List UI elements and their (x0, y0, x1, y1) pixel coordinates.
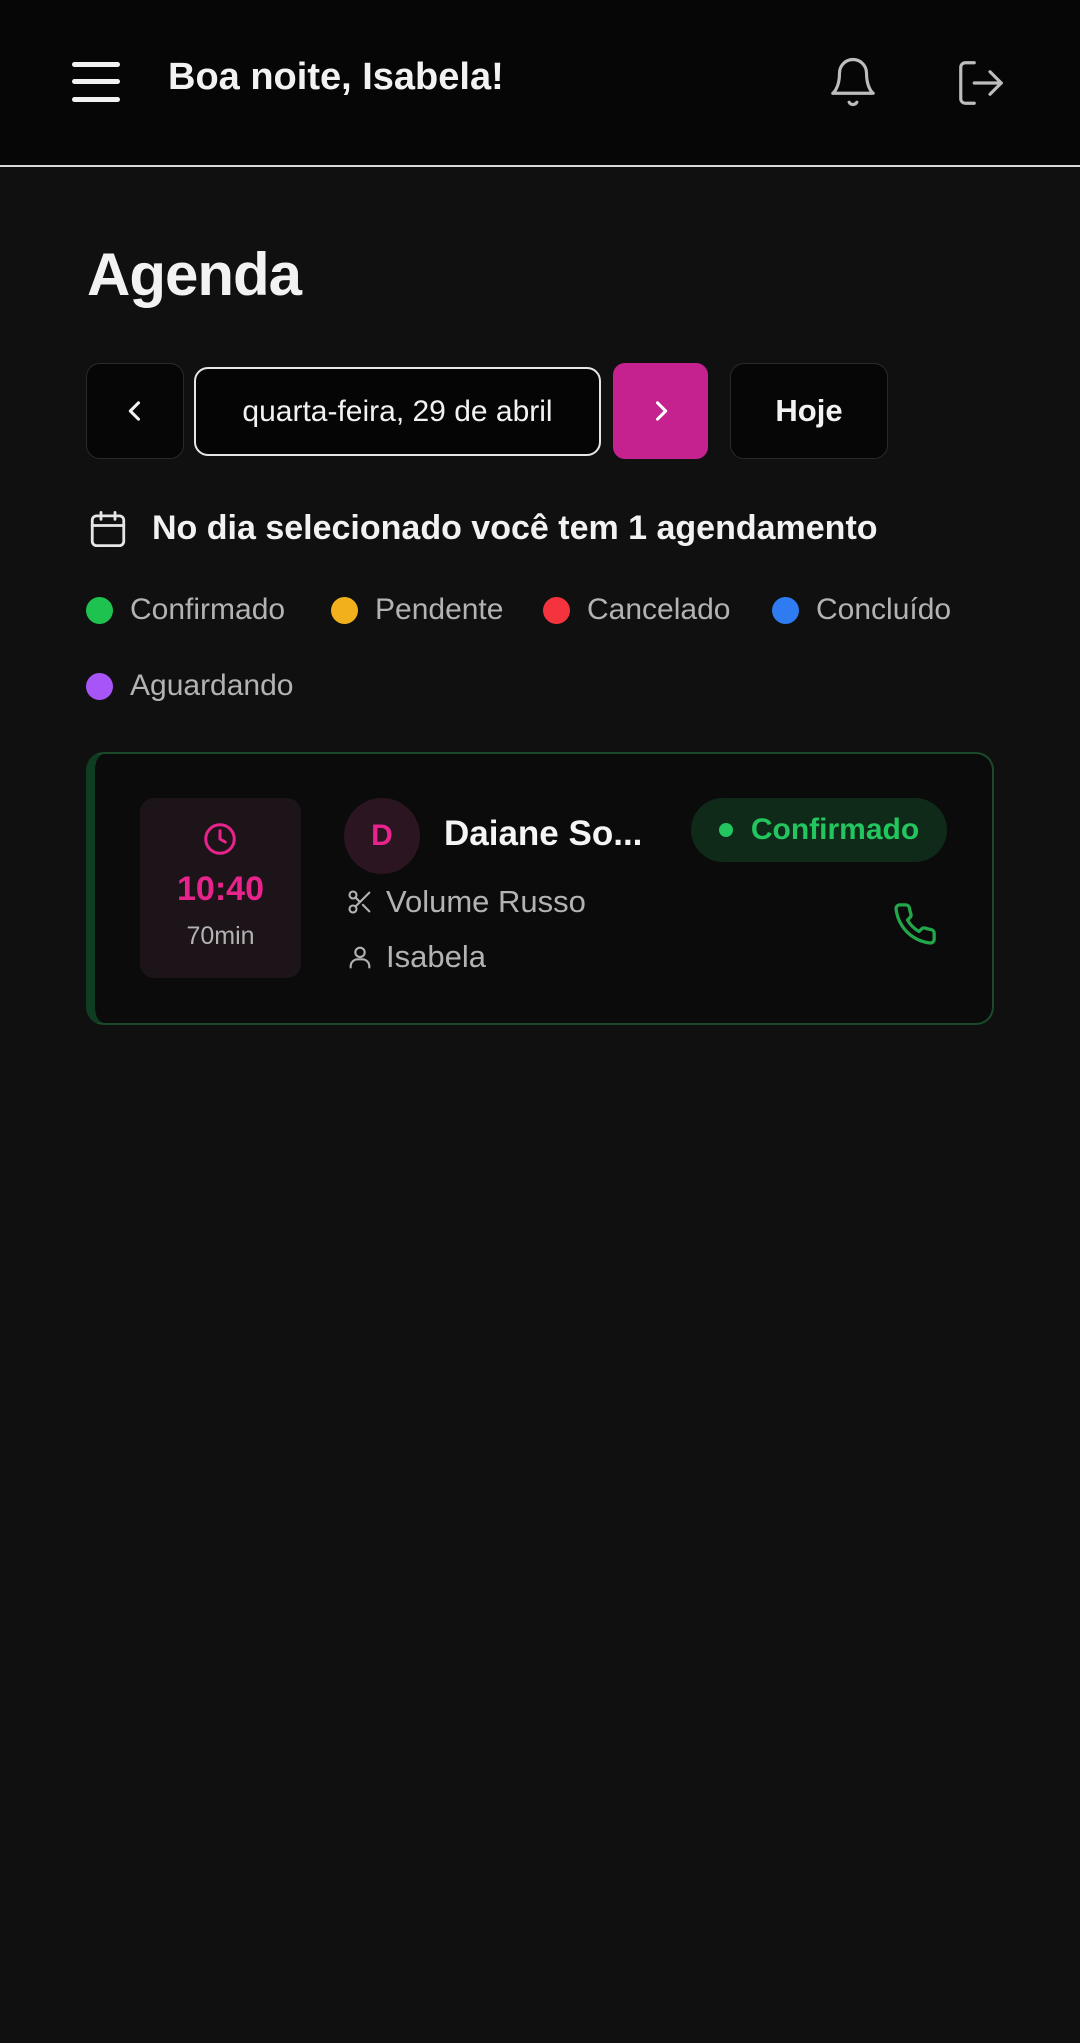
appointment-card[interactable]: 10:40 70min D Daiane So... Volume Russo … (86, 752, 994, 1025)
day-summary: No dia selecionado você tem 1 agendament… (87, 505, 1067, 555)
status-dot (331, 596, 358, 624)
client-name: Daiane So... (444, 814, 643, 853)
logout-icon[interactable] (954, 56, 1008, 110)
service-row: Volume Russo (344, 884, 586, 920)
appointment-time: 10:40 (177, 870, 264, 908)
status-dot (86, 672, 113, 700)
legend-label: Aguardando (130, 669, 294, 702)
legend-label: Pendente (375, 593, 504, 626)
legend-item-pendente: Pendente (331, 590, 503, 630)
date-navigation: quarta-feira, 29 de abril Hoje (0, 363, 1080, 459)
status-badge: Confirmado (691, 798, 947, 862)
legend-item-concluido: Concluído (772, 590, 951, 630)
status-dot (543, 596, 570, 624)
bell-icon[interactable] (826, 54, 880, 110)
app-header: Boa noite, Isabela! (0, 0, 1080, 167)
selected-date-display[interactable]: quarta-feira, 29 de abril (194, 367, 601, 456)
user-icon (349, 946, 371, 969)
client-avatar: D (344, 798, 420, 874)
page-title: Agenda (87, 241, 302, 308)
status-dot (86, 596, 113, 624)
status-label: Confirmado (750, 813, 920, 846)
appointment-time-box: 10:40 70min (140, 798, 301, 978)
status-dot (772, 596, 799, 624)
service-name: Volume Russo (386, 884, 586, 919)
greeting-text: Boa noite, Isabela! (168, 56, 504, 98)
appointment-duration: 70min (186, 922, 255, 950)
legend-item-cancelado: Cancelado (543, 590, 730, 630)
legend-item-confirmado: Confirmado (86, 590, 285, 630)
professional-name: Isabela (386, 939, 486, 974)
legend-label: Confirmado (130, 593, 286, 626)
scissors-icon (348, 890, 371, 914)
legend-item-aguardando: Aguardando (86, 666, 293, 706)
chevron-left-icon (128, 401, 141, 421)
status-dot (718, 823, 733, 837)
clock-icon (204, 823, 236, 855)
chevron-right-icon (655, 401, 667, 421)
hamburger-menu-icon[interactable] (70, 60, 124, 104)
calendar-icon (90, 510, 126, 548)
next-day-button[interactable] (613, 363, 708, 459)
phone-icon[interactable] (892, 901, 938, 947)
professional-row: Isabela (344, 939, 486, 975)
legend-label: Concluído (816, 593, 952, 626)
today-button[interactable]: Hoje (730, 363, 888, 459)
previous-day-button[interactable] (86, 363, 184, 459)
legend-label: Cancelado (587, 593, 731, 626)
summary-text: No dia selecionado você tem 1 agendament… (152, 509, 878, 547)
